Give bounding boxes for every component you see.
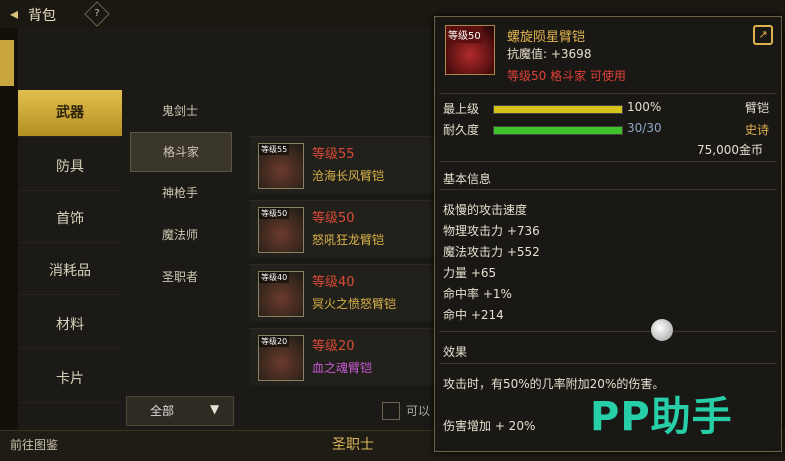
durability-label: 耐久度 (443, 123, 480, 137)
item-row[interactable]: 等级55 等级55 沧海长风臂铠 (250, 136, 440, 193)
filter-label: 全部 (150, 404, 175, 418)
chevron-down-icon[interactable]: ▼ (210, 402, 219, 416)
item-icon: 等级50 (258, 207, 304, 253)
item-row[interactable]: 等级20 等级20 血之魂臂铠 (250, 328, 440, 385)
subcat-mage[interactable]: 魔法师 (130, 216, 230, 254)
category-material[interactable]: 材料 (18, 302, 122, 349)
subcat-gunner[interactable]: 神枪手 (130, 174, 230, 212)
durability-bar (493, 126, 623, 135)
checkbox-label: 可以 (406, 404, 431, 418)
tooltip-resistance: 抗魔值: +3698 (507, 47, 592, 61)
tooltip-requirement: 等级50 格斗家 可使用 (507, 69, 626, 83)
divider (439, 331, 777, 332)
item-icon: 等级55 (258, 143, 304, 189)
divider (439, 93, 777, 94)
durability-value: 30/30 (627, 121, 662, 135)
category-accessory[interactable]: 首饰 (18, 196, 122, 243)
tooltip-item-name: 螺旋陨星臂铠 (507, 30, 586, 45)
category-weapon[interactable]: 武器 (18, 90, 122, 137)
stat-line: 物理攻击力 +736 (443, 224, 540, 238)
item-level: 等级55 (312, 147, 355, 162)
category-armor[interactable]: 防具 (18, 144, 122, 191)
item-icon: 等级40 (258, 271, 304, 317)
stat-line: 命中 +214 (443, 308, 504, 322)
upgrade-bar (493, 105, 623, 114)
upgrade-label: 最上级 (443, 102, 480, 116)
item-icon: 等级50 (445, 25, 495, 75)
subcat-slayer[interactable]: 鬼剑士 (130, 92, 230, 130)
scroll-handle[interactable] (651, 319, 673, 341)
stat-line: 魔法攻击力 +552 (443, 245, 540, 259)
usable-checkbox[interactable] (382, 402, 400, 420)
codex-button[interactable]: 前往图鉴 (10, 436, 58, 453)
item-name: 怒吼狂龙臂铠 (312, 233, 385, 247)
subcat-fighter[interactable]: 格斗家 (130, 132, 232, 172)
item-row[interactable]: 等级40 等级40 冥火之愤怒臂铠 (250, 264, 440, 321)
subcat-priest[interactable]: 圣职者 (130, 258, 230, 296)
basic-info-header: 基本信息 (443, 172, 492, 186)
item-level: 等级50 (312, 211, 355, 226)
upgrade-bar-fill (494, 106, 622, 113)
damage-text: 伤害增加 + 20% (443, 419, 536, 433)
watermark: PP助手 (590, 394, 733, 440)
class-label: 圣职士 (332, 437, 374, 453)
left-strip (0, 28, 18, 430)
item-name: 冥火之愤怒臂铠 (312, 297, 397, 311)
durability-bar-fill (494, 127, 622, 134)
back-arrow-icon[interactable]: ◂ (4, 4, 24, 24)
item-icon: 等级20 (258, 335, 304, 381)
page-title: 背包 (28, 8, 56, 24)
category-card[interactable]: 卡片 (18, 356, 122, 403)
item-name: 血之魂臂铠 (312, 361, 373, 375)
stat-line: 极慢的攻击速度 (443, 203, 528, 217)
item-level: 等级40 (312, 275, 355, 290)
rarity-label: 史诗 (745, 123, 770, 137)
stat-line: 力量 +65 (443, 266, 497, 280)
divider (439, 161, 777, 162)
category-consumable[interactable]: 消耗品 (18, 248, 122, 295)
divider (439, 189, 777, 190)
slot-type: 臂铠 (745, 101, 770, 115)
upgrade-value: 100% (627, 100, 662, 114)
item-row[interactable]: 等级50 等级50 怒吼狂龙臂铠 (250, 200, 440, 257)
item-level: 等级20 (312, 339, 355, 354)
stat-line: 命中率 +1% (443, 287, 512, 301)
item-name: 沧海长风臂铠 (312, 169, 385, 183)
side-tab-indicator[interactable] (0, 40, 14, 86)
share-icon[interactable]: ↗ (753, 25, 773, 45)
divider (439, 363, 777, 364)
price-label: 75,000金币 (697, 143, 763, 157)
effect-header: 效果 (443, 345, 468, 359)
